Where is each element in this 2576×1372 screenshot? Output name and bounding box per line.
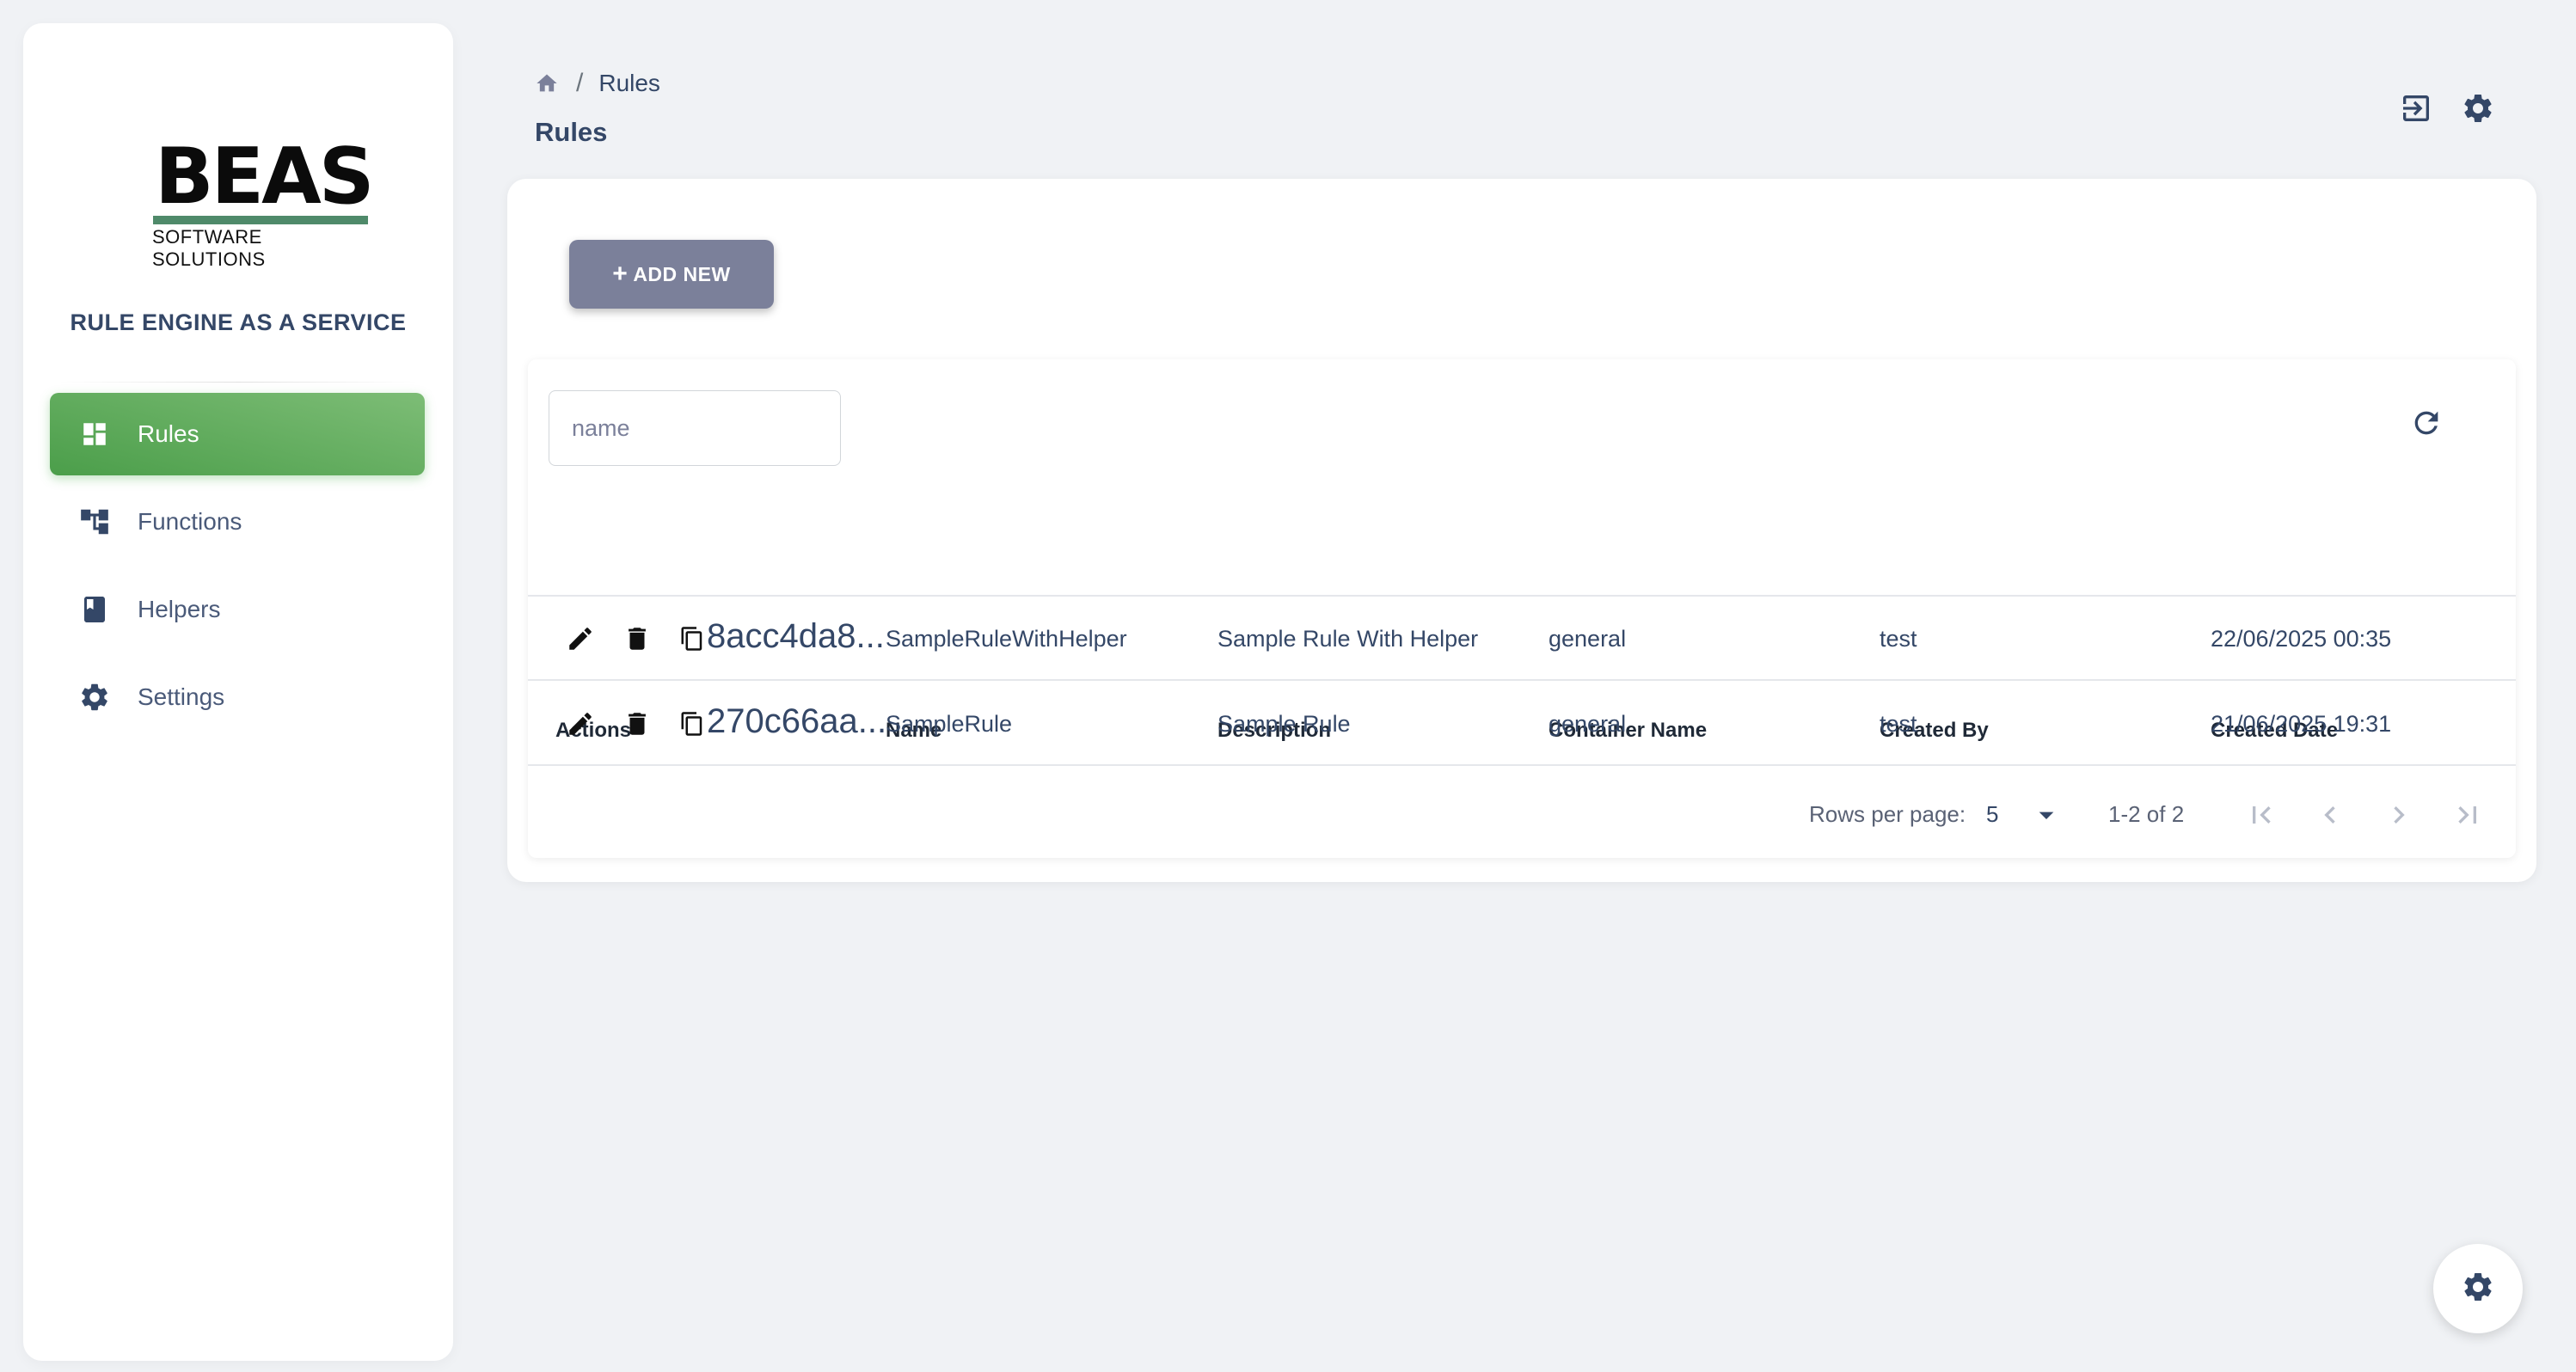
- add-new-button[interactable]: + ADD NEW: [569, 240, 774, 309]
- first-page-icon[interactable]: [2244, 798, 2279, 832]
- book-icon: [77, 592, 112, 627]
- logo-subtitle: SOFTWARE SOLUTIONS: [152, 226, 266, 270]
- delete-icon[interactable]: [623, 624, 652, 653]
- functions-icon: [77, 505, 112, 539]
- rule-description: Sample Rule With Helper: [1217, 626, 1479, 652]
- rule-container: general: [1549, 626, 1627, 652]
- sidebar-item-label: Functions: [138, 508, 242, 535]
- edit-icon[interactable]: [566, 709, 595, 738]
- copy-icon[interactable]: [679, 709, 705, 738]
- rule-container: general: [1549, 711, 1627, 737]
- rows-per-page-label: Rows per page:: [1809, 801, 1966, 827]
- rule-created-by: test: [1880, 711, 1917, 737]
- sidebar-item-label: Helpers: [138, 596, 221, 622]
- edit-icon[interactable]: [566, 624, 595, 653]
- dashboard-icon: [77, 417, 112, 451]
- sidebar-item-rules[interactable]: Rules: [50, 393, 425, 475]
- search-input[interactable]: [549, 390, 841, 466]
- rule-created-by: test: [1880, 626, 1917, 652]
- logout-icon[interactable]: [2399, 91, 2433, 126]
- rule-name: SampleRuleWithHelper: [886, 626, 1127, 652]
- chevron-down-icon[interactable]: [2029, 798, 2064, 832]
- sidebar-item-label: Rules: [138, 420, 199, 447]
- beas-logo: BEAS SOFTWARE SOLUTIONS: [131, 126, 389, 271]
- breadcrumb: / Rules: [535, 69, 660, 98]
- header-divider: [528, 595, 2516, 597]
- floating-settings-button[interactable]: [2433, 1244, 2523, 1333]
- sidebar-item-helpers[interactable]: Helpers: [50, 568, 425, 651]
- pagination-range: 1-2 of 2: [2108, 801, 2185, 827]
- last-page-icon[interactable]: [2450, 798, 2485, 832]
- logo-text: BEAS: [155, 132, 375, 222]
- rule-created-date: 21/06/2025 19:31: [2211, 711, 2392, 737]
- gear-icon[interactable]: [2461, 91, 2495, 126]
- app-title: RULE ENGINE AS A SERVICE: [70, 309, 407, 335]
- sidebar-item-settings[interactable]: Settings: [50, 656, 425, 738]
- gear-icon: [2461, 1270, 2495, 1308]
- gear-icon: [77, 680, 112, 714]
- sidebar-item-functions[interactable]: Functions: [50, 481, 425, 563]
- rule-description: Sample Rule: [1217, 711, 1351, 737]
- rule-created-date: 22/06/2025 00:35: [2211, 626, 2392, 652]
- next-page-icon[interactable]: [2382, 798, 2416, 832]
- delete-icon[interactable]: [623, 709, 652, 738]
- breadcrumb-current: Rules: [598, 70, 660, 96]
- page-title: Rules: [535, 117, 608, 147]
- home-icon[interactable]: [535, 71, 559, 95]
- rows-per-page-select[interactable]: 5: [1986, 801, 1998, 828]
- rule-id[interactable]: 8acc4da8...: [707, 617, 891, 656]
- logo-underline: [153, 216, 368, 224]
- refresh-icon[interactable]: [2409, 406, 2444, 440]
- plus-icon: +: [612, 260, 629, 288]
- copy-icon[interactable]: [679, 624, 705, 653]
- sidebar: BEAS SOFTWARE SOLUTIONS RULE ENGINE AS A…: [23, 23, 453, 1361]
- sidebar-divider: [58, 382, 419, 383]
- breadcrumb-separator: /: [576, 69, 584, 97]
- row-divider: [528, 679, 2516, 681]
- previous-page-icon[interactable]: [2313, 798, 2347, 832]
- add-new-label: ADD NEW: [633, 262, 731, 285]
- rules-card: + ADD NEW Actions Name Description Conta…: [507, 179, 2536, 882]
- sidebar-item-label: Settings: [138, 683, 225, 710]
- rule-id[interactable]: 270c66aa...: [707, 702, 891, 741]
- row-divider: [528, 764, 2516, 766]
- rule-name: SampleRule: [886, 711, 1013, 737]
